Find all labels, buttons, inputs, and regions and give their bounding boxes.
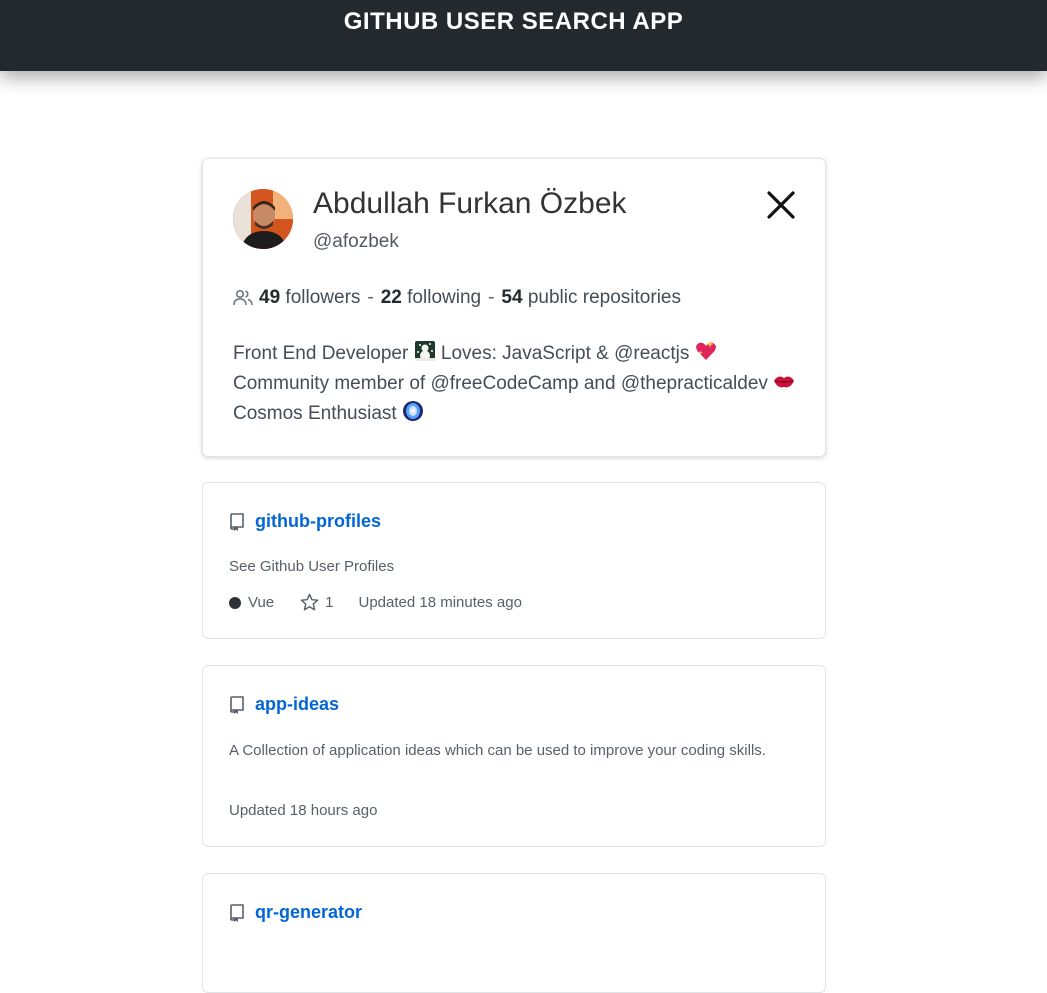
repo-meta: Vue 1 Updated 18 minutes ago — [229, 593, 522, 612]
repo-icon — [230, 512, 244, 531]
bio-text: Community member of @freeCodeCamp and @t… — [233, 373, 768, 394]
repo-description: A Collection of application ideas which … — [229, 742, 766, 759]
repo-updated: Updated 18 hours ago — [229, 802, 378, 819]
repo-card: github-profiles See Github User Profiles… — [202, 482, 826, 639]
sparkling-heart-icon — [695, 340, 716, 360]
repo-icon — [230, 903, 244, 922]
lips-icon — [774, 376, 795, 388]
app-title: GITHUB USER SEARCH APP — [343, 8, 684, 35]
repo-link[interactable]: github-profiles — [255, 511, 381, 532]
following-count: 22 — [380, 287, 402, 308]
repo-card: app-ideas A Collection of application id… — [202, 665, 826, 847]
close-button[interactable] — [763, 187, 799, 223]
galaxy-icon — [402, 401, 423, 421]
people-icon — [233, 289, 253, 306]
repo-title-row: app-ideas — [229, 694, 339, 715]
stat-separator: - — [488, 287, 495, 308]
repo-meta: Updated 18 hours ago — [229, 802, 377, 819]
profile-stats: 49 followers - 22 following - 54 public … — [233, 287, 681, 309]
bio-text: Front End Developer — [233, 343, 409, 364]
avatar — [233, 189, 293, 249]
repos-count: 54 — [501, 287, 523, 308]
repos-label: public repositories — [527, 287, 681, 308]
repo-stars: 1 — [325, 594, 334, 611]
bio-text: Loves: JavaScript & @reactjs — [440, 343, 690, 364]
repo-title-row: github-profiles — [229, 511, 381, 532]
repo-icon — [230, 695, 244, 714]
repo-updated: Updated 18 minutes ago — [358, 594, 522, 611]
repo-link[interactable]: app-ideas — [255, 694, 339, 715]
snowman-icon — [414, 341, 435, 361]
profile-name: Abdullah Furkan Özbek — [313, 187, 627, 220]
repo-title-row: qr-generator — [229, 902, 362, 923]
profile-login: @afozbek — [313, 231, 399, 252]
followers-label: followers — [285, 287, 361, 308]
close-icon[interactable] — [763, 187, 799, 223]
app-header: GITHUB USER SEARCH APP — [0, 0, 1047, 71]
followers-count: 49 — [259, 287, 281, 308]
repo-link[interactable]: qr-generator — [255, 902, 362, 923]
repo-card: qr-generator — [202, 873, 826, 993]
stat-separator: - — [367, 287, 374, 308]
following-label: following — [407, 287, 482, 308]
profile-bio: Front End Developer Loves: JavaScript & … — [233, 339, 803, 429]
bio-text: Cosmos Enthusiast — [233, 403, 397, 424]
profile-card: Abdullah Furkan Özbek @afozbek 49 follow… — [202, 158, 826, 457]
star-icon — [300, 593, 319, 611]
language-dot — [229, 596, 241, 609]
repo-description: See Github User Profiles — [229, 558, 395, 575]
repo-language: Vue — [248, 594, 275, 611]
